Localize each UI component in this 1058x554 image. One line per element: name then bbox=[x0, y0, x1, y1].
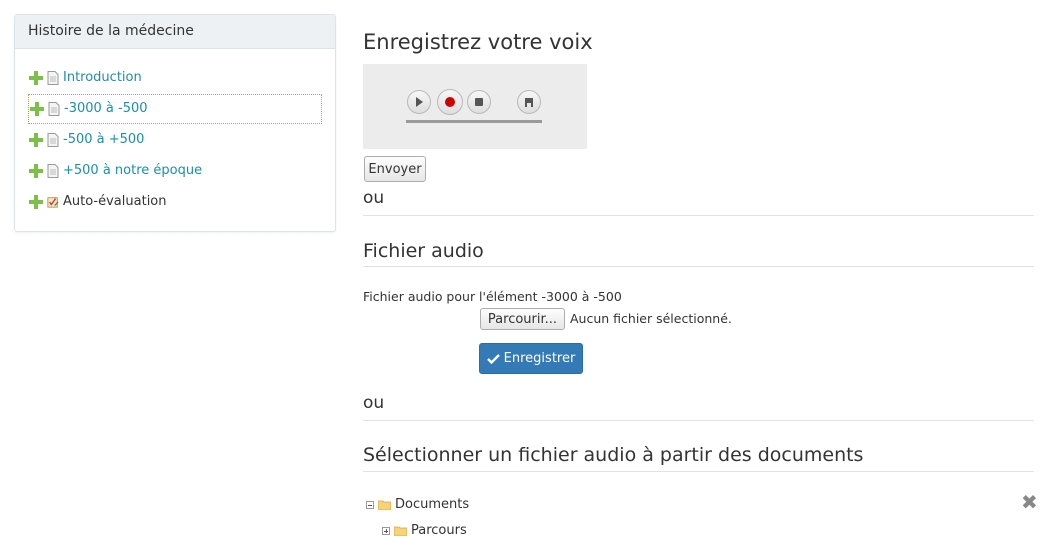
expand-plus-icon[interactable] bbox=[29, 195, 43, 209]
record-icon bbox=[445, 97, 455, 107]
sidebar-item-introduction[interactable]: Introduction bbox=[28, 63, 322, 93]
folder-icon bbox=[394, 526, 407, 536]
tree-node-label[interactable]: Documents bbox=[395, 497, 469, 512]
save-button-label: Enregistrer bbox=[503, 351, 576, 366]
or-separator: ou bbox=[363, 188, 385, 208]
check-icon bbox=[486, 354, 500, 364]
tree-node-documents[interactable]: Documents bbox=[366, 497, 469, 512]
or-separator: ou bbox=[363, 393, 385, 413]
quiz-icon bbox=[47, 197, 59, 208]
save-button[interactable]: Enregistrer bbox=[479, 343, 583, 374]
document-icon bbox=[48, 102, 60, 116]
sidebar-item-label: Auto-évaluation bbox=[63, 194, 167, 209]
browse-button[interactable]: Parcourir... bbox=[480, 308, 565, 330]
expand-plus-icon[interactable] bbox=[29, 133, 43, 147]
file-field-label: Fichier audio pour l'élément -3000 à -50… bbox=[363, 289, 622, 304]
record-title: Enregistrez votre voix bbox=[363, 30, 593, 54]
document-icon bbox=[47, 71, 59, 85]
sidebar-item-500-500[interactable]: -500 à +500 bbox=[28, 125, 322, 155]
sidebar-tree: Introduction -3000 à -500 -500 à +500 +5… bbox=[28, 63, 322, 218]
close-icon[interactable]: ✖ bbox=[1021, 492, 1038, 512]
expand-plus-icon[interactable] bbox=[30, 102, 44, 116]
sidebar-item-500-epoque[interactable]: +500 à notre époque bbox=[28, 156, 322, 186]
document-icon bbox=[47, 133, 59, 147]
stop-button[interactable] bbox=[467, 90, 491, 114]
divider bbox=[363, 266, 1034, 267]
document-icon bbox=[47, 164, 59, 178]
expand-plus-icon[interactable] bbox=[29, 71, 43, 85]
no-file-text: Aucun fichier sélectionné. bbox=[570, 311, 732, 326]
play-icon bbox=[416, 97, 423, 107]
save-icon bbox=[525, 98, 533, 107]
expand-icon[interactable] bbox=[382, 526, 390, 535]
tree-node-label[interactable]: Parcours bbox=[411, 523, 467, 538]
sidebar-item-label[interactable]: -500 à +500 bbox=[63, 125, 144, 155]
expand-plus-icon[interactable] bbox=[29, 164, 43, 178]
record-button[interactable] bbox=[437, 89, 463, 115]
sidebar-title: Histoire de la médecine bbox=[15, 15, 335, 49]
save-recording-button[interactable] bbox=[517, 90, 541, 114]
documents-title: Sélectionner un fichier audio à partir d… bbox=[363, 444, 864, 466]
play-button[interactable] bbox=[407, 90, 431, 114]
progress-track[interactable] bbox=[406, 120, 542, 123]
sidebar-panel: Histoire de la médecine Introduction -30… bbox=[14, 14, 336, 232]
audio-recorder bbox=[363, 64, 587, 149]
sidebar-item-label[interactable]: Introduction bbox=[63, 63, 142, 93]
sidebar-item-auto-evaluation[interactable]: Auto-évaluation bbox=[28, 187, 322, 217]
upload-title: Fichier audio bbox=[363, 240, 484, 262]
divider bbox=[363, 420, 1034, 421]
sidebar-item-label[interactable]: +500 à notre époque bbox=[63, 156, 202, 186]
sidebar-item-3000-500[interactable]: -3000 à -500 bbox=[28, 94, 322, 124]
sidebar-item-label[interactable]: -3000 à -500 bbox=[64, 94, 148, 124]
stop-icon bbox=[475, 98, 483, 106]
folder-icon bbox=[378, 500, 391, 510]
tree-node-parcours[interactable]: Parcours bbox=[382, 523, 467, 538]
send-button[interactable]: Envoyer bbox=[364, 156, 426, 182]
divider bbox=[363, 215, 1034, 216]
collapse-icon[interactable] bbox=[366, 500, 374, 509]
divider bbox=[363, 471, 1034, 472]
